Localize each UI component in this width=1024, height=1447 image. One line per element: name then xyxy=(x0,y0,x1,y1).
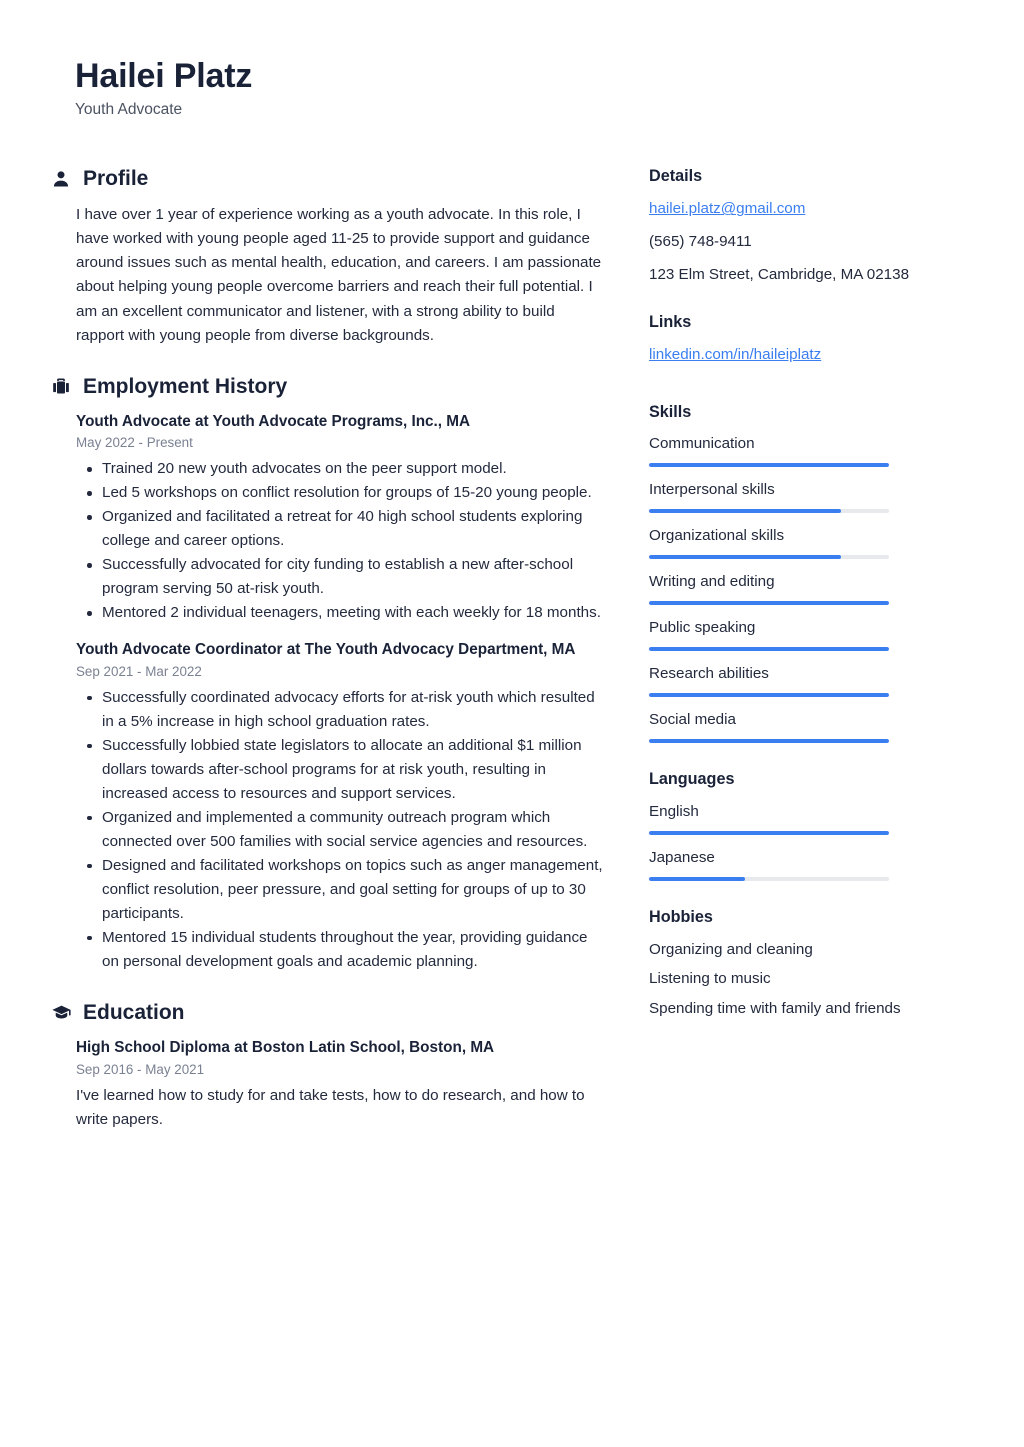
resume-body: Profile I have over 1 year of experience… xyxy=(0,166,1024,1135)
job-title-subtitle: Youth Advocate xyxy=(75,101,183,119)
hobby-item: Spending time with family and friends xyxy=(649,1000,901,1018)
section-education: Education High School Diploma at Boston … xyxy=(50,1000,604,1132)
skill-level-fill xyxy=(649,463,889,468)
hobby-item: Listening to music xyxy=(649,970,771,988)
section-title-employment: Employment History xyxy=(83,374,288,398)
skill-level-bar xyxy=(649,647,889,652)
list-item: Successfully advocated for city funding … xyxy=(87,553,604,601)
education-entry-title: High School Diploma at Boston Latin Scho… xyxy=(76,1039,495,1057)
sidebar-title-hobbies: Hobbies xyxy=(649,907,713,926)
section-profile: Profile I have over 1 year of experience… xyxy=(50,166,604,347)
skill-label: Communication xyxy=(649,435,755,453)
email-link[interactable]: hailei.platz@gmail.com xyxy=(649,197,805,221)
list-item: Trained 20 new youth advocates on the pe… xyxy=(87,457,604,481)
list-item: Successfully lobbied state legislators t… xyxy=(87,734,604,806)
postal-address: 123 Elm Street, Cambridge, MA 02138 xyxy=(649,265,910,283)
briefcase-icon xyxy=(50,375,72,397)
section-title-education: Education xyxy=(83,1000,185,1024)
sidebar-title-links: Links xyxy=(649,313,692,332)
language-level-fill xyxy=(649,830,889,835)
user-icon xyxy=(50,168,72,190)
employment-entry: Youth Advocate Coordinator at The Youth … xyxy=(76,639,604,974)
resume-page: Hailei Platz Youth Advocate Profile I ha… xyxy=(0,0,1024,1447)
main-column: Profile I have over 1 year of experience… xyxy=(0,166,604,1135)
skill-item: Social media xyxy=(649,709,939,744)
skill-label: Writing and editing xyxy=(649,573,775,591)
section-employment-history: Employment History Youth Advocate at You… xyxy=(50,374,604,974)
section-body-profile: I have over 1 year of experience working… xyxy=(50,203,604,347)
skill-item: Communication xyxy=(649,433,939,468)
sidebar-title-languages: Languages xyxy=(649,770,735,789)
language-label: English xyxy=(649,802,699,820)
profile-text: I have over 1 year of experience working… xyxy=(76,206,602,344)
skill-level-fill xyxy=(649,555,841,560)
section-body-employment: Youth Advocate at Youth Advocate Program… xyxy=(50,411,604,974)
skill-level-bar xyxy=(649,601,889,606)
language-item: Japanese xyxy=(649,847,939,881)
skill-level-fill xyxy=(649,693,889,698)
skill-level-bar xyxy=(649,555,889,560)
graduation-cap-icon xyxy=(50,1002,72,1024)
section-header-education: Education xyxy=(50,1000,604,1025)
list-item: Organized and facilitated a retreat for … xyxy=(87,505,604,553)
education-entry-date: Sep 2016 - May 2021 xyxy=(76,1061,205,1077)
skill-level-bar xyxy=(649,693,889,698)
hobby-item: Organizing and cleaning xyxy=(649,940,813,958)
section-body-education: High School Diploma at Boston Latin Scho… xyxy=(50,1037,604,1132)
sidebar-block-links: Links linkedin.com/in/haileiplatz xyxy=(649,312,939,376)
skill-item: Writing and editing xyxy=(649,571,939,606)
sidebar-title-skills: Skills xyxy=(649,403,692,422)
section-title-profile: Profile xyxy=(83,167,149,191)
linkedin-link[interactable]: linkedin.com/in/haileiplatz xyxy=(649,343,821,367)
sidebar-title-details: Details xyxy=(649,167,703,186)
skill-level-bar xyxy=(649,463,889,468)
skill-label: Interpersonal skills xyxy=(649,481,775,499)
language-level-bar xyxy=(649,830,889,835)
skill-level-bar xyxy=(649,739,889,744)
sidebar-block-skills: Skills Communication Interpersonal skill… xyxy=(649,402,939,744)
list-item: Designed and facilitated workshops on to… xyxy=(87,854,604,926)
skill-level-fill xyxy=(649,739,889,744)
skill-label: Research abilities xyxy=(649,665,769,683)
employment-entry-bullets: Successfully coordinated advocacy effort… xyxy=(76,686,604,974)
education-entry-description: I've learned how to study for and take t… xyxy=(76,1086,585,1128)
skill-level-fill xyxy=(649,647,889,652)
skill-item: Public speaking xyxy=(649,617,939,652)
sidebar-block-hobbies: Hobbies Organizing and cleaning Listenin… xyxy=(649,907,939,1021)
skill-item: Research abilities xyxy=(649,663,939,698)
skill-level-fill xyxy=(649,601,889,606)
skill-label: Public speaking xyxy=(649,619,756,637)
list-item: Led 5 workshops on conflict resolution f… xyxy=(87,481,604,505)
skill-item: Interpersonal skills xyxy=(649,479,939,514)
language-item: English xyxy=(649,801,939,835)
skill-level-fill xyxy=(649,509,841,514)
resume-header: Hailei Platz Youth Advocate xyxy=(0,0,1024,120)
employment-entry-date: Sep 2021 - Mar 2022 xyxy=(76,664,202,680)
employment-entry-date: May 2022 - Present xyxy=(76,435,193,451)
education-entry: High School Diploma at Boston Latin Scho… xyxy=(76,1037,604,1132)
list-item: Organized and implemented a community ou… xyxy=(87,806,604,854)
language-level-fill xyxy=(649,876,745,881)
employment-entry-title: Youth Advocate at Youth Advocate Program… xyxy=(76,412,471,430)
section-header-employment: Employment History xyxy=(50,374,604,399)
phone-number: (565) 748-9411 xyxy=(649,233,752,251)
skill-label: Social media xyxy=(649,711,736,729)
sidebar-column: Details hailei.platz@gmail.com (565) 748… xyxy=(604,166,1024,1047)
page-title: Hailei Platz xyxy=(75,57,253,95)
sidebar-block-details: Details hailei.platz@gmail.com (565) 748… xyxy=(649,166,939,286)
skill-item: Organizational skills xyxy=(649,525,939,560)
language-label: Japanese xyxy=(649,848,715,866)
language-level-bar xyxy=(649,876,889,881)
employment-entry-bullets: Trained 20 new youth advocates on the pe… xyxy=(76,457,604,625)
skill-level-bar xyxy=(649,509,889,514)
employment-entry: Youth Advocate at Youth Advocate Program… xyxy=(76,411,604,626)
section-header-profile: Profile xyxy=(50,166,604,191)
list-item: Successfully coordinated advocacy effort… xyxy=(87,686,604,734)
list-item: Mentored 2 individual teenagers, meeting… xyxy=(87,601,604,625)
sidebar-block-languages: Languages English Japanese xyxy=(649,769,939,881)
skill-label: Organizational skills xyxy=(649,527,785,545)
list-item: Mentored 15 individual students througho… xyxy=(87,926,604,974)
employment-entry-title: Youth Advocate Coordinator at The Youth … xyxy=(76,641,576,659)
